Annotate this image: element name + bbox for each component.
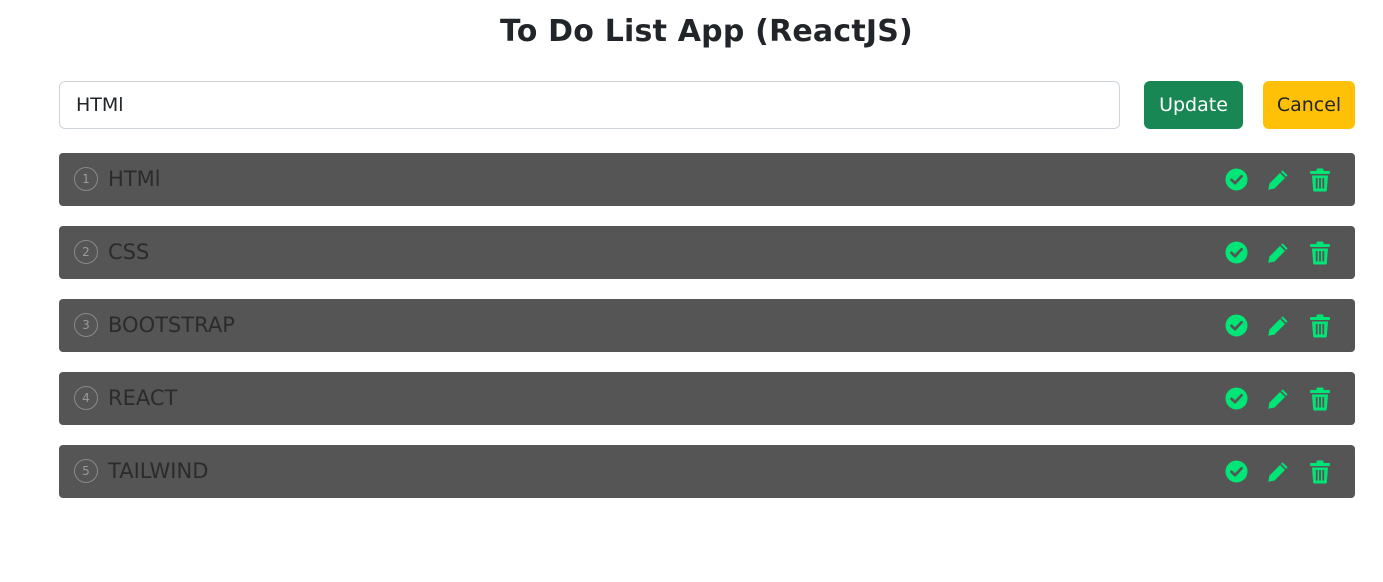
todo-actions	[1224, 372, 1332, 425]
todo-actions	[1224, 445, 1332, 498]
pencil-icon[interactable]	[1266, 168, 1290, 192]
todo-text: CSS	[108, 240, 150, 264]
todo-actions	[1224, 153, 1332, 206]
check-circle-icon[interactable]	[1224, 314, 1248, 338]
pencil-icon[interactable]	[1266, 387, 1290, 411]
todo-text: REACT	[108, 386, 178, 410]
pencil-icon[interactable]	[1266, 314, 1290, 338]
trash-icon[interactable]	[1308, 387, 1332, 411]
trash-icon[interactable]	[1308, 168, 1332, 192]
pencil-icon[interactable]	[1266, 241, 1290, 265]
todo-list: 1 HTMl 2 CSS 3 BOOTSTRAP 4 REACT 5 TAILW…	[59, 153, 1355, 518]
cancel-button[interactable]: Cancel	[1263, 81, 1355, 129]
todo-item: 4 REACT	[59, 372, 1355, 425]
update-button[interactable]: Update	[1144, 81, 1243, 129]
todo-number-badge: 1	[74, 167, 98, 191]
todo-item: 2 CSS	[59, 226, 1355, 279]
trash-icon[interactable]	[1308, 314, 1332, 338]
todo-number-badge: 5	[74, 459, 98, 483]
trash-icon[interactable]	[1308, 460, 1332, 484]
pencil-icon[interactable]	[1266, 460, 1290, 484]
todo-item: 3 BOOTSTRAP	[59, 299, 1355, 352]
todo-item: 1 HTMl	[59, 153, 1355, 206]
todo-actions	[1224, 226, 1332, 279]
todo-number-badge: 2	[74, 240, 98, 264]
check-circle-icon[interactable]	[1224, 168, 1248, 192]
page-title: To Do List App (ReactJS)	[500, 14, 913, 49]
edit-row: Update Cancel	[59, 81, 1355, 129]
check-circle-icon[interactable]	[1224, 387, 1248, 411]
edit-task-input[interactable]	[59, 81, 1120, 129]
todo-number-badge: 3	[74, 313, 98, 337]
todo-number-badge: 4	[74, 386, 98, 410]
todo-item: 5 TAILWIND	[59, 445, 1355, 498]
todo-actions	[1224, 299, 1332, 352]
todo-text: HTMl	[108, 167, 161, 191]
check-circle-icon[interactable]	[1224, 241, 1248, 265]
trash-icon[interactable]	[1308, 241, 1332, 265]
todo-app: To Do List App (ReactJS) Update Cancel 1…	[0, 0, 1383, 582]
todo-text: TAILWIND	[108, 459, 209, 483]
todo-text: BOOTSTRAP	[108, 313, 235, 337]
check-circle-icon[interactable]	[1224, 460, 1248, 484]
